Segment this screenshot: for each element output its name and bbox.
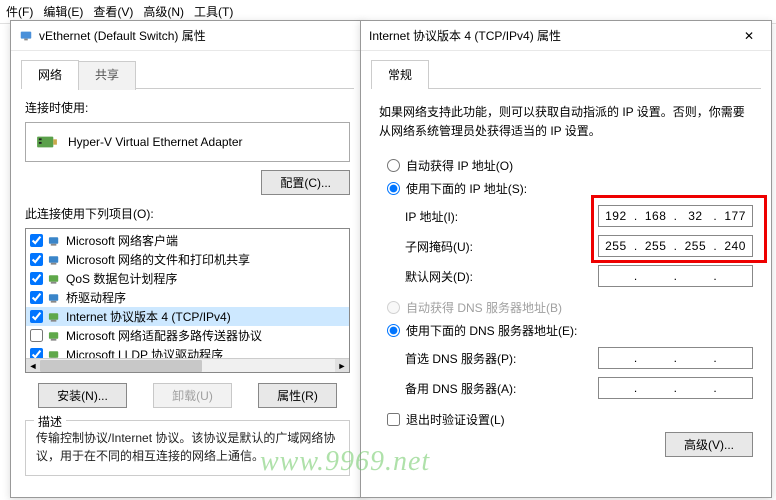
list-item[interactable]: Microsoft 网络的文件和打印机共享 — [26, 250, 349, 269]
list-item[interactable]: Microsoft 网络客户端 — [26, 231, 349, 250]
nic-icon — [36, 133, 58, 151]
scroll-right-button[interactable]: ► — [335, 359, 349, 373]
checkbox-validate-input[interactable] — [387, 413, 400, 426]
list-item-label: 桥驱动程序 — [66, 289, 126, 306]
radio-auto-dns-label: 自动获得 DNS 服务器地址(B) — [406, 299, 562, 316]
gateway-label: 默认网关(D): — [405, 268, 473, 285]
radio-manual-ip-label: 使用下面的 IP 地址(S): — [406, 180, 527, 197]
radio-manual-dns-label: 使用下面的 DNS 服务器地址(E): — [406, 322, 577, 339]
uninstall-button: 卸载(U) — [153, 383, 232, 408]
tabstrip: 常规 — [371, 59, 761, 89]
radio-auto-dns-input — [387, 301, 400, 314]
alternate-dns-input[interactable]: . . . — [598, 377, 753, 399]
connect-using-label: 连接时使用: — [25, 99, 350, 116]
ip-address-label: IP 地址(I): — [405, 208, 458, 225]
menu-tools[interactable]: 工具(T) — [194, 3, 233, 20]
titlebar: Internet 协议版本 4 (TCP/IPv4) 属性 ✕ — [361, 21, 771, 51]
radio-manual-ip[interactable]: 使用下面的 IP 地址(S): — [387, 180, 753, 197]
scrollbar-horizontal[interactable]: ◄ ► — [26, 358, 349, 372]
subnet-mask-input[interactable]: 255. 255. 255. 240 — [598, 235, 753, 257]
list-item[interactable]: QoS 数据包计划程序 — [26, 269, 349, 288]
adapter-name: Hyper-V Virtual Ethernet Adapter — [68, 135, 243, 149]
radio-manual-ip-input[interactable] — [387, 182, 400, 195]
subnet-mask-label: 子网掩码(U): — [405, 238, 473, 255]
configure-button[interactable]: 配置(C)... — [261, 170, 350, 195]
list-item-checkbox[interactable] — [30, 253, 43, 266]
network-icon — [19, 29, 33, 43]
radio-auto-dns: 自动获得 DNS 服务器地址(B) — [387, 299, 753, 316]
ip-address-input[interactable]: 192. 168. 32. 177 — [598, 205, 753, 227]
install-button[interactable]: 安装(N)... — [38, 383, 127, 408]
alternate-dns-label: 备用 DNS 服务器(A): — [405, 380, 516, 397]
list-item-checkbox[interactable] — [30, 272, 43, 285]
list-item[interactable]: Microsoft 网络适配器多路传送器协议 — [26, 326, 349, 345]
scroll-left-button[interactable]: ◄ — [26, 359, 40, 373]
list-item-label: Microsoft 网络客户端 — [66, 232, 178, 249]
window-adapter-properties: vEthernet (Default Switch) 属性 网络 共享 连接时使… — [10, 20, 365, 498]
description-title: 描述 — [34, 413, 66, 430]
menu-file[interactable]: 件(F) — [6, 3, 33, 20]
window-tcpip-properties: Internet 协议版本 4 (TCP/IPv4) 属性 ✕ 常规 如果网络支… — [360, 20, 772, 498]
radio-manual-dns[interactable]: 使用下面的 DNS 服务器地址(E): — [387, 322, 753, 339]
tab-network[interactable]: 网络 — [21, 60, 79, 89]
protocol-icon — [48, 273, 61, 285]
list-item-checkbox[interactable] — [30, 234, 43, 247]
list-item-label: QoS 数据包计划程序 — [66, 270, 177, 287]
titlebar: vEthernet (Default Switch) 属性 — [11, 21, 364, 51]
radio-auto-ip[interactable]: 自动获得 IP 地址(O) — [387, 157, 753, 174]
description-group: 描述 传输控制协议/Internet 协议。该协议是默认的广域网络协议，用于在不… — [25, 420, 350, 476]
tab-general[interactable]: 常规 — [371, 60, 429, 89]
list-item-label: Internet 协议版本 4 (TCP/IPv4) — [66, 308, 231, 325]
protocol-icon — [48, 254, 61, 266]
list-item-checkbox[interactable] — [30, 329, 43, 342]
menu-advanced[interactable]: 高级(N) — [143, 3, 184, 20]
checkbox-validate-on-exit[interactable]: 退出时验证设置(L) — [387, 411, 753, 428]
window-title: vEthernet (Default Switch) 属性 — [39, 27, 206, 44]
scroll-thumb[interactable] — [40, 360, 202, 372]
list-item-checkbox[interactable] — [30, 291, 43, 304]
window-title: Internet 协议版本 4 (TCP/IPv4) 属性 — [369, 27, 561, 44]
list-item-checkbox[interactable] — [30, 310, 43, 323]
protocol-icon — [48, 311, 61, 323]
list-item-label: Microsoft 网络适配器多路传送器协议 — [66, 327, 262, 344]
list-item[interactable]: 桥驱动程序 — [26, 288, 349, 307]
menu-view[interactable]: 查看(V) — [93, 3, 133, 20]
info-text: 如果网络支持此功能，则可以获取自动指派的 IP 设置。否则，你需要从网络系统管理… — [379, 103, 753, 141]
close-icon[interactable]: ✕ — [735, 29, 763, 43]
menu-edit[interactable]: 编辑(E) — [43, 3, 83, 20]
protocol-icon — [48, 330, 61, 342]
list-item-label: Microsoft 网络的文件和打印机共享 — [66, 251, 250, 268]
preferred-dns-input[interactable]: . . . — [598, 347, 753, 369]
checkbox-validate-label: 退出时验证设置(L) — [406, 411, 505, 428]
connection-items-list[interactable]: Microsoft 网络客户端 Microsoft 网络的文件和打印机共享 QoS … — [25, 228, 350, 373]
radio-auto-ip-input[interactable] — [387, 159, 400, 172]
properties-button[interactable]: 属性(R) — [258, 383, 337, 408]
adapter-box: Hyper-V Virtual Ethernet Adapter — [25, 122, 350, 162]
protocol-icon — [48, 235, 61, 247]
items-label: 此连接使用下列项目(O): — [25, 205, 350, 222]
description-text: 传输控制协议/Internet 协议。该协议是默认的广域网络协议，用于在不同的相… — [36, 429, 339, 465]
tab-sharing[interactable]: 共享 — [78, 61, 136, 90]
radio-manual-dns-input[interactable] — [387, 324, 400, 337]
preferred-dns-label: 首选 DNS 服务器(P): — [405, 350, 516, 367]
tabstrip: 网络 共享 — [21, 59, 354, 89]
radio-auto-ip-label: 自动获得 IP 地址(O) — [406, 157, 513, 174]
gateway-input[interactable]: . . . — [598, 265, 753, 287]
protocol-icon — [48, 292, 61, 304]
list-item[interactable]: Internet 协议版本 4 (TCP/IPv4) — [26, 307, 349, 326]
advanced-button[interactable]: 高级(V)... — [665, 432, 753, 457]
